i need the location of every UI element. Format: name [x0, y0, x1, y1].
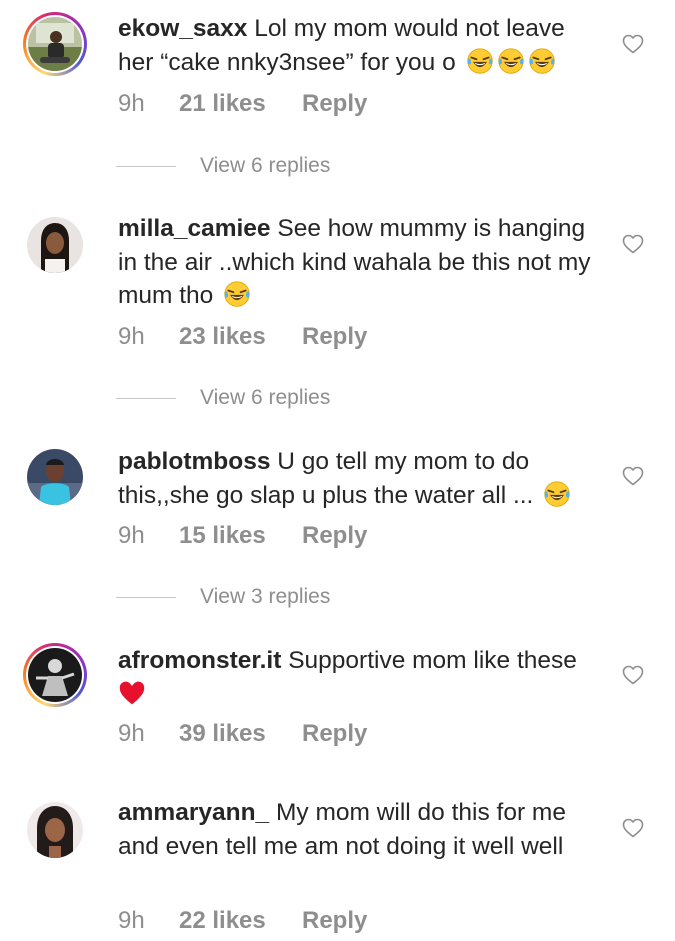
avatar[interactable]	[23, 798, 87, 862]
avatar-image-icon	[28, 17, 82, 71]
comment-body: Supportive mom like these	[288, 647, 577, 674]
comment-time: 9h	[118, 907, 145, 934]
reply-button[interactable]: Reply	[302, 906, 367, 936]
avatar-photo	[27, 802, 83, 858]
comment-username[interactable]: ammaryann_	[118, 799, 269, 826]
avatar-photo	[27, 449, 83, 505]
comment-meta: 9h 15 likes Reply	[118, 521, 367, 551]
comment-likes[interactable]: 15 likes	[179, 521, 302, 551]
avatar-photo	[28, 17, 82, 71]
comment-username[interactable]: pablotmboss	[118, 448, 270, 475]
view-replies-label: View 6 replies	[200, 386, 331, 409]
reply-button[interactable]: Reply	[302, 322, 367, 352]
like-heart-icon[interactable]	[620, 32, 646, 56]
like-heart-icon[interactable]	[620, 464, 646, 488]
face-with-tears-of-joy-icon	[543, 480, 571, 508]
face-with-tears-of-joy-icon	[528, 47, 556, 75]
replies-divider-line	[116, 165, 176, 167]
avatar-image-icon	[27, 217, 83, 273]
comment-likes[interactable]: 22 likes	[179, 906, 302, 936]
reply-button[interactable]: Reply	[302, 719, 367, 749]
like-heart-icon[interactable]	[620, 816, 646, 840]
comment-text: ammaryann_ My mom will do this for me an…	[118, 796, 604, 863]
avatar-photo	[28, 648, 82, 702]
like-heart-icon[interactable]	[620, 232, 646, 256]
face-with-tears-of-joy-icon	[497, 47, 525, 75]
like-heart-icon[interactable]	[620, 663, 646, 687]
avatar-image-icon	[28, 648, 82, 702]
replies-divider-line	[116, 596, 176, 598]
comment-meta: 9h 21 likes Reply	[118, 89, 367, 119]
comment-likes[interactable]: 39 likes	[179, 719, 302, 749]
avatar[interactable]	[23, 643, 87, 707]
comment-username[interactable]: afromonster.it	[118, 647, 281, 674]
comment-time: 9h	[118, 90, 145, 117]
reply-button[interactable]: Reply	[302, 521, 367, 551]
avatar[interactable]	[23, 12, 87, 76]
comment-meta: 9h 23 likes Reply	[118, 322, 367, 352]
avatar-photo	[27, 217, 83, 273]
red-heart-icon	[118, 679, 146, 707]
avatar-image-icon	[27, 449, 83, 505]
replies-divider-line	[116, 397, 176, 399]
avatar-image-icon	[27, 802, 83, 858]
comment-username[interactable]: milla_camiee	[118, 215, 271, 242]
view-replies-button[interactable]: View 3 replies	[116, 582, 330, 612]
comment-meta: 9h 22 likes Reply	[118, 906, 367, 936]
comment-time: 9h	[118, 720, 145, 747]
comment-text: milla_camiee See how mummy is hanging in…	[118, 212, 604, 313]
comment-time: 9h	[118, 323, 145, 350]
view-replies-button[interactable]: View 6 replies	[116, 383, 330, 413]
reply-button[interactable]: Reply	[302, 89, 367, 119]
comment-meta: 9h 39 likes Reply	[118, 719, 367, 749]
comment-likes[interactable]: 21 likes	[179, 89, 302, 119]
face-with-tears-of-joy-icon	[223, 280, 251, 308]
comment-username[interactable]: ekow_saxx	[118, 15, 247, 42]
comment-text: pablotmboss U go tell my mom to do this,…	[118, 445, 604, 512]
avatar[interactable]	[23, 445, 87, 509]
comment-likes[interactable]: 23 likes	[179, 322, 302, 352]
comment-time: 9h	[118, 522, 145, 549]
avatar[interactable]	[23, 213, 87, 277]
comment-text: ekow_saxx Lol my mom would not leave her…	[118, 12, 604, 79]
view-replies-label: View 3 replies	[200, 585, 331, 608]
view-replies-button[interactable]: View 6 replies	[116, 151, 330, 181]
comment-text: afromonster.it Supportive mom like these	[118, 644, 604, 711]
face-with-tears-of-joy-icon	[466, 47, 494, 75]
view-replies-label: View 6 replies	[200, 154, 331, 177]
